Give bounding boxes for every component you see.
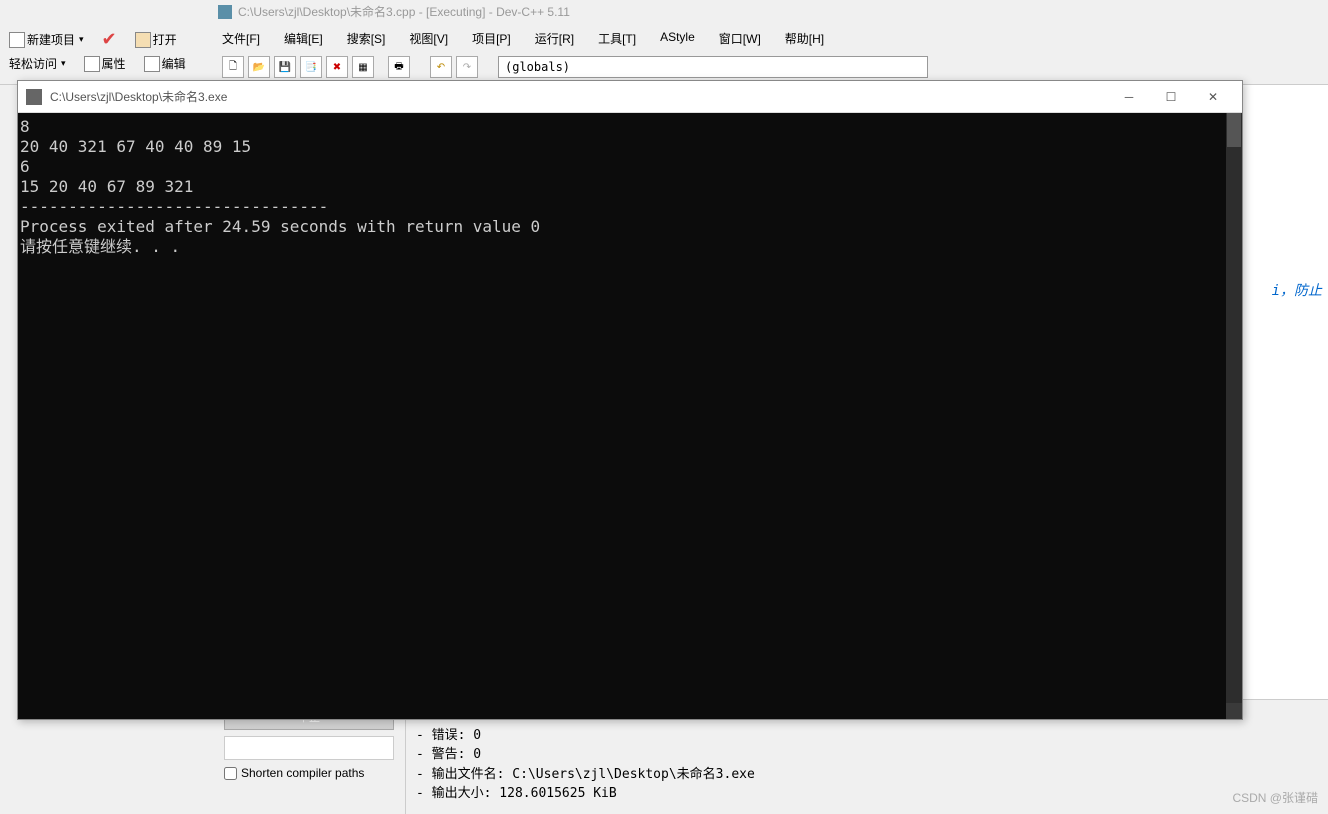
menu-astyle[interactable]: AStyle [656,28,699,49]
console-title-text: C:\Users\zjl\Desktop\未命名3.exe [50,88,1108,105]
menu-tools[interactable]: 工具[T] [594,28,640,49]
console-window: C:\Users\zjl\Desktop\未命名3.exe ─ ☐ ✕ 8 20… [17,80,1243,720]
properties-button[interactable]: 属性 [79,52,131,75]
console-line-0: 8 [20,117,30,136]
ide-window-title: C:\Users\zjl\Desktop\未命名3.cpp - [Executi… [218,3,570,20]
menu-window[interactable]: 窗口[W] [715,28,765,49]
check-icon: ✔ [102,29,117,50]
console-titlebar[interactable]: C:\Users\zjl\Desktop\未命名3.exe ─ ☐ ✕ [18,81,1242,113]
console-output[interactable]: 8 20 40 321 67 40 40 89 15 6 15 20 40 67… [18,113,1226,719]
ide-title-text: C:\Users\zjl\Desktop\未命名3.cpp - [Executi… [238,3,570,20]
log-warnings: - 警告: 0 [416,745,1318,765]
tool-save-icon[interactable]: 💾 [274,56,296,78]
properties-label: 属性 [102,55,126,72]
tool-redo-icon[interactable]: ↷ [456,56,478,78]
open-label: 打开 [153,31,177,48]
log-size: - 输出大小: 128.6015625 KiB [416,784,1318,804]
console-line-4: -------------------------------- [20,197,328,216]
log-errors: - 错误: 0 [416,726,1318,746]
compiler-combo[interactable] [224,736,394,760]
ide-menubar: 文件[F] 编辑[E] 搜索[S] 视图[V] 项目[P] 运行[R] 工具[T… [218,28,828,49]
open-folder-icon [135,32,151,48]
tool-undo-icon[interactable]: ↶ [430,56,452,78]
console-line-6: 请按任意键继续. . . [20,237,180,256]
watermark-text: CSDN @张谨碏 [1232,789,1318,806]
console-scrollbar[interactable] [1226,113,1242,719]
log-filename: - 输出文件名: C:\Users\zjl\Desktop\未命名3.exe [416,765,1318,785]
window-controls: ─ ☐ ✕ [1108,83,1234,111]
tool-print-icon[interactable]: 🖶 [388,56,410,78]
edit-icon [144,56,160,72]
menu-edit[interactable]: 编辑[E] [280,28,327,49]
edit-label: 编辑 [162,55,186,72]
cpp-file-icon [218,5,232,19]
minimize-button[interactable]: ─ [1108,83,1150,111]
shorten-paths-label: Shorten compiler paths [241,766,364,780]
console-body: 8 20 40 321 67 40 40 89 15 6 15 20 40 67… [18,113,1242,719]
console-line-5: Process exited after 24.59 seconds with … [20,217,540,236]
menu-help[interactable]: 帮助[H] [781,28,828,49]
new-file-icon [9,32,25,48]
menu-view[interactable]: 视图[V] [405,28,452,49]
menu-run[interactable]: 运行[R] [531,28,578,49]
console-line-3: 15 20 40 67 89 321 [20,177,193,196]
menu-project[interactable]: 项目[P] [468,28,515,49]
scrollbar-corner [1226,703,1242,719]
scope-value: (globals) [505,60,570,74]
ide-titlebar-area: C:\Users\zjl\Desktop\未命名3.cpp - [Executi… [0,0,1328,85]
edit-button[interactable]: 编辑 [139,52,191,75]
menu-file[interactable]: 文件[F] [218,28,264,49]
tool-saveall-icon[interactable]: 📑 [300,56,322,78]
ide-toolbar-row: 🗋 📂 💾 📑 ✖ ▦ 🖶 ↶ ↷ (globals) [218,52,932,82]
explorer-toolbar-row2: 轻松访问 属性 编辑 [0,48,195,79]
close-button[interactable]: ✕ [1192,83,1234,111]
shorten-paths-checkbox-row[interactable]: Shorten compiler paths [224,766,399,780]
properties-icon [84,56,100,72]
console-line-2: 6 [20,157,30,176]
maximize-button[interactable]: ☐ [1150,83,1192,111]
scrollbar-thumb[interactable] [1227,113,1241,147]
tool-close-icon[interactable]: ✖ [326,56,348,78]
quick-access-label: 轻松访问 [9,55,57,72]
tool-new-icon[interactable]: 🗋 [222,56,244,78]
tool-open-icon[interactable]: 📂 [248,56,270,78]
code-comment-fragment: i，防止 [1272,280,1328,300]
console-app-icon [26,89,42,105]
shorten-paths-checkbox[interactable] [224,767,237,780]
console-line-1: 20 40 321 67 40 40 89 15 [20,137,251,156]
tool-closeall-icon[interactable]: ▦ [352,56,374,78]
new-project-label: 新建项目 [27,31,75,48]
menu-search[interactable]: 搜索[S] [343,28,390,49]
quick-access-button[interactable]: 轻松访问 [4,52,71,75]
scope-selector[interactable]: (globals) [498,56,928,78]
